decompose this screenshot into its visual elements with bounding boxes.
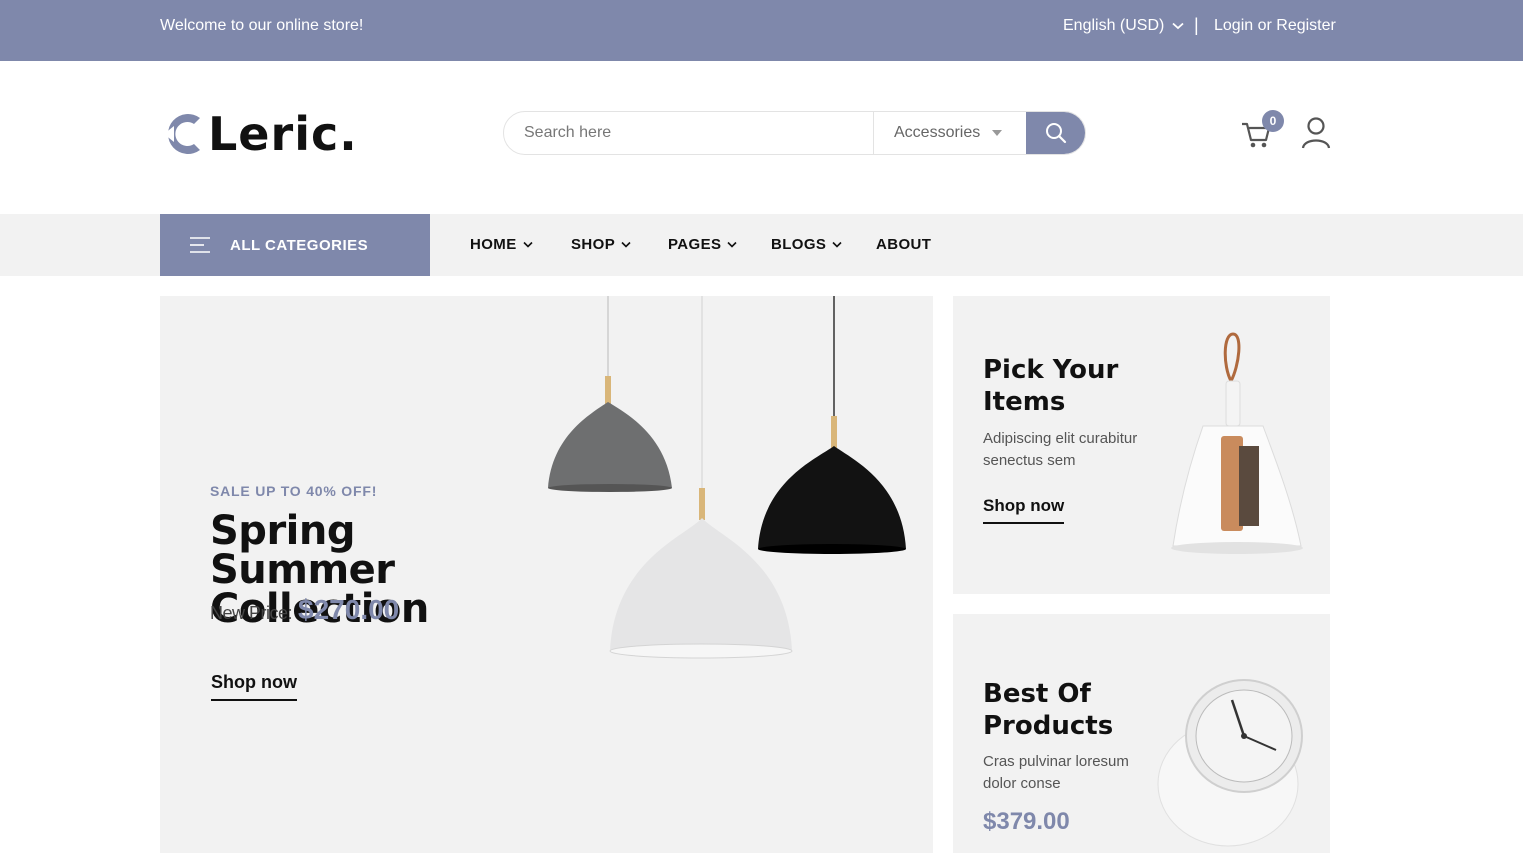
all-categories-button[interactable]: ALL CATEGORIES: [160, 214, 430, 276]
search-icon: [1046, 123, 1067, 144]
nav-item-home[interactable]: HOME: [470, 236, 533, 253]
clock-image: [1157, 679, 1303, 847]
site-logo[interactable]: Leric.: [160, 107, 358, 161]
logo-mark-icon: [164, 114, 200, 154]
language-selector[interactable]: English (USD): [1063, 17, 1184, 35]
banner-title: Best Of Products: [983, 679, 1114, 741]
hero-price-row: New Price: $270.00: [210, 594, 399, 626]
hero-banner: SALE UP TO 40% OFF! Spring Summer Collec…: [160, 296, 933, 853]
hero-sale-text: SALE UP TO 40% OFF!: [210, 483, 378, 499]
logo-text: Leric.: [208, 107, 358, 161]
chevron-down-icon: [832, 241, 842, 248]
banner-description: Adipiscing elit curabitur senectus sem: [983, 430, 1138, 469]
nav-item-pages[interactable]: PAGES: [668, 236, 737, 253]
search-input[interactable]: [504, 112, 873, 154]
login-register-link[interactable]: Login or Register: [1214, 17, 1336, 35]
account-button[interactable]: [1301, 116, 1333, 150]
cart-button[interactable]: 0: [1240, 110, 1284, 152]
user-icon: [1301, 117, 1331, 149]
topbar-separator: |: [1194, 15, 1199, 35]
nav-home-label: HOME: [470, 236, 517, 253]
all-categories-label: ALL CATEGORIES: [230, 236, 369, 254]
nav-blogs-label: BLOGS: [771, 236, 827, 253]
nav-shop-label: SHOP: [571, 236, 616, 253]
banner-best-of-products[interactable]: Best Of Products Cras pulvinar loresum d…: [953, 614, 1330, 853]
hero-price-label: New Price:: [210, 603, 293, 623]
welcome-text: Welcome to our online store!: [160, 17, 364, 34]
banner-description: Cras pulvinar loresum dolor conse: [983, 753, 1129, 792]
nav-pages-label: PAGES: [668, 236, 722, 253]
nav-item-blogs[interactable]: BLOGS: [771, 236, 842, 253]
search-category-value: Accessories: [894, 124, 981, 141]
search-bar: Accessories: [503, 111, 1086, 155]
cart-count-badge: 0: [1262, 110, 1284, 132]
hero-price: $270.00: [298, 594, 400, 625]
menu-icon: [190, 237, 210, 253]
nav-item-about[interactable]: ABOUT: [876, 236, 931, 253]
hero-shop-now-link[interactable]: Shop now: [211, 672, 297, 701]
banner-price: $379.00: [983, 808, 1070, 835]
chevron-down-icon: [1172, 22, 1184, 30]
banner-shop-now-link[interactable]: Shop now: [983, 496, 1065, 524]
banner-title: Pick Your Items: [983, 355, 1119, 417]
pendant-lamps-image: [548, 296, 906, 659]
dustpan-image: [1171, 332, 1303, 554]
chevron-down-icon: [523, 241, 533, 248]
search-button[interactable]: [1026, 112, 1085, 154]
top-bar: Welcome to our online store! English (US…: [0, 0, 1523, 61]
search-category-select[interactable]: Accessories: [873, 112, 1026, 154]
nav-item-shop[interactable]: SHOP: [571, 236, 631, 253]
banner-pick-your-items[interactable]: Pick Your Items Adipiscing elit curabitu…: [953, 296, 1330, 594]
nav-about-label: ABOUT: [876, 236, 932, 253]
chevron-down-icon: [727, 241, 737, 248]
caret-down-icon: [992, 130, 1002, 136]
chevron-down-icon: [621, 241, 631, 248]
language-label: English (USD): [1063, 17, 1165, 34]
